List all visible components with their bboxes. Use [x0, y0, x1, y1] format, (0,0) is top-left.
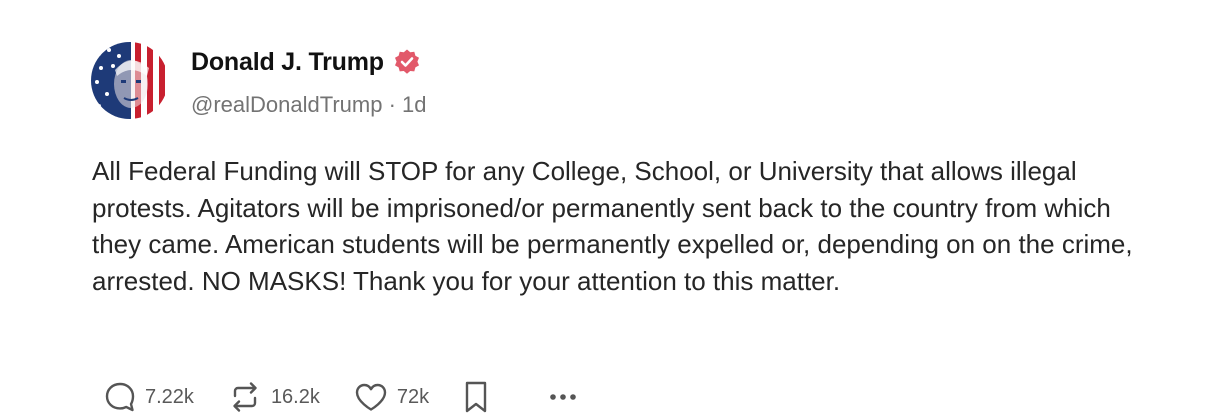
post-text: All Federal Funding will STOP for any Co…	[92, 156, 1133, 296]
reply-count: 7.22k	[145, 385, 194, 408]
author-name-row: Donald J. Trump	[191, 46, 421, 78]
repost-count: 16.2k	[270, 385, 320, 408]
handle-and-timestamp[interactable]: @realDonaldTrump · 1d	[191, 90, 427, 120]
reply-button[interactable]: 7.22k	[103, 380, 194, 414]
display-name[interactable]: Donald J. Trump	[191, 48, 384, 77]
post-card: Donald J. Trump @realDonaldTrump · 1d Al…	[0, 0, 1213, 418]
repost-icon	[233, 382, 257, 412]
like-count: 72k	[396, 385, 430, 408]
repost-button[interactable]: 16.2k	[227, 380, 320, 414]
verified-badge-icon	[393, 48, 421, 76]
heart-icon	[355, 383, 387, 411]
action-bar: 7.22k 16.2k 72k	[103, 378, 614, 416]
reply-icon	[105, 382, 135, 412]
more-button[interactable]	[545, 380, 581, 414]
like-button[interactable]: 72k	[353, 380, 429, 414]
more-icon	[550, 394, 576, 400]
bookmark-icon	[465, 381, 487, 413]
avatar[interactable]	[91, 42, 168, 119]
bookmark-button[interactable]	[462, 379, 490, 415]
